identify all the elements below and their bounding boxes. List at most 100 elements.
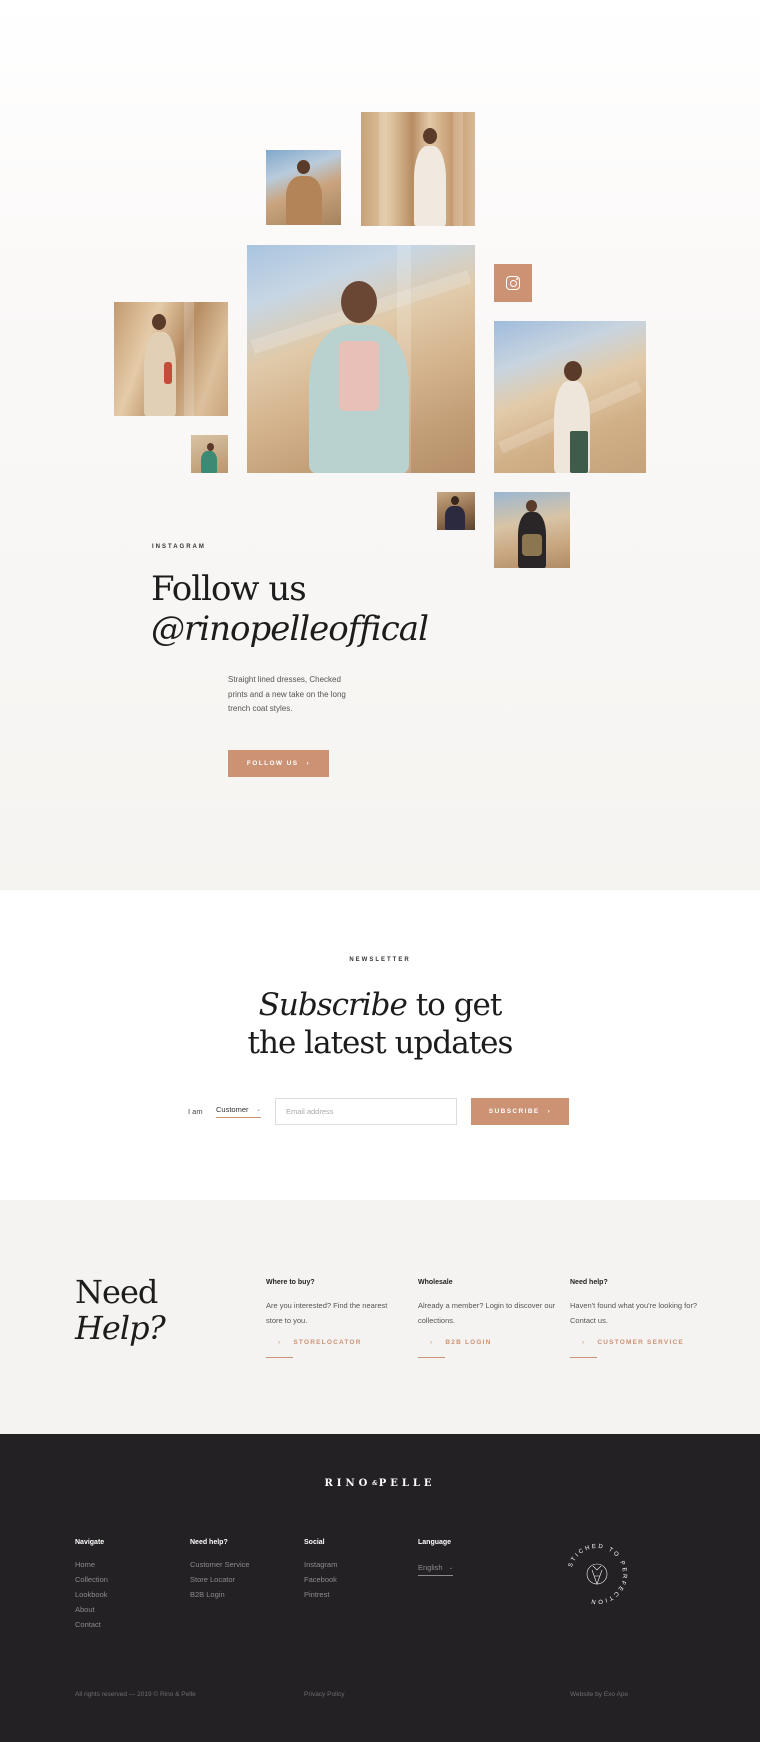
instagram-photo[interactable]: [494, 321, 646, 473]
instagram-glyph: [506, 276, 520, 290]
newsletter-title-rest: to get: [406, 987, 503, 1023]
follow-description: Straight lined dresses, Checked prints a…: [228, 675, 346, 713]
need-help-title: Need Help?: [75, 1273, 166, 1347]
privacy-policy-link[interactable]: Privacy Policy: [304, 1691, 344, 1698]
instagram-photo[interactable]: [437, 492, 475, 530]
model-skirt: [522, 534, 542, 556]
chevron-right-icon: ›: [278, 1339, 282, 1346]
brand-logo-right: PELLE: [378, 1478, 436, 1489]
section-eyebrow: INSTAGRAM: [152, 544, 206, 550]
model-body: [445, 506, 465, 530]
follow-us-label: FOLLOW US: [246, 760, 299, 767]
badge-text: STICHED TO PERFECTION: [568, 1544, 627, 1604]
language-select[interactable]: English ⌄: [418, 1563, 454, 1576]
instagram-icon[interactable]: [494, 264, 532, 302]
brand-logo[interactable]: RINO&PELLE: [0, 1478, 760, 1489]
language-value: English: [418, 1563, 443, 1572]
storelocator-link[interactable]: › STORELOCATOR: [266, 1339, 362, 1346]
footer-nav-social: Social Instagram Facebook Pintrest: [304, 1539, 337, 1602]
footer-language: Language English ⌄: [418, 1539, 454, 1576]
instagram-photo[interactable]: [266, 150, 341, 225]
footer-column-heading: Need help?: [190, 1539, 228, 1546]
instagram-photo[interactable]: [361, 112, 475, 226]
instagram-photo[interactable]: [494, 492, 570, 568]
need-help-title-line1: Need: [75, 1273, 158, 1311]
footer-link-collection[interactable]: Collection: [75, 1572, 108, 1587]
b2b-login-link-label: B2B LOGIN: [445, 1339, 492, 1346]
instagram-photo[interactable]: [191, 435, 228, 473]
model-sweater: [339, 341, 379, 411]
footer-link-instagram[interactable]: Instagram: [304, 1557, 337, 1572]
chevron-right-icon: ›: [547, 1108, 552, 1115]
model-head: [207, 443, 214, 451]
follow-us-button[interactable]: FOLLOW US ›: [228, 750, 329, 777]
instagram-photo[interactable]: [114, 302, 228, 416]
agency-credit-link[interactable]: Website by Exo Ape: [570, 1691, 628, 1698]
model-head: [451, 496, 459, 505]
footer-column-heading: Language: [418, 1539, 452, 1546]
model-head: [341, 281, 377, 323]
chevron-right-icon: ›: [582, 1339, 586, 1346]
footer-nav-navigate: Navigate Home Collection Lookbook About …: [75, 1539, 108, 1632]
instagram-section: INSTAGRAM Follow us @rinopelleoffical St…: [0, 0, 760, 890]
model-head: [526, 500, 537, 512]
footer-link-store-locator[interactable]: Store Locator: [190, 1572, 250, 1587]
link-underline: [570, 1357, 597, 1358]
customer-type-value: Customer: [216, 1105, 249, 1114]
instagram-photo-featured[interactable]: [247, 245, 475, 473]
need-help-section: Need Help? Where to buy? Are you interes…: [0, 1200, 760, 1434]
customer-type-select[interactable]: Customer ⌄: [216, 1105, 261, 1118]
model-head: [564, 361, 582, 381]
link-underline: [418, 1357, 445, 1358]
help-column-text: Haven't found what you're looking for? C…: [570, 1301, 698, 1325]
footer-link-lookbook[interactable]: Lookbook: [75, 1587, 108, 1602]
model-glove: [164, 362, 172, 384]
footer-column-heading: Social: [304, 1539, 325, 1546]
link-underline: [266, 1357, 293, 1358]
help-column-wholesale: Wholesale Already a member? Login to dis…: [418, 1279, 558, 1358]
subscribe-label: SUBSCRIBE: [488, 1108, 540, 1115]
footer-link-facebook[interactable]: Facebook: [304, 1572, 337, 1587]
subscribe-button[interactable]: SUBSCRIBE ›: [471, 1098, 569, 1125]
brand-logo-left: RINO: [324, 1478, 372, 1489]
newsletter-section: NEWSLETTER Subscribe to get the latest u…: [0, 890, 760, 1200]
footer-nav-need-help: Need help? Customer Service Store Locato…: [190, 1539, 250, 1602]
model-pants: [570, 431, 588, 473]
b2b-login-link[interactable]: › B2B LOGIN: [418, 1339, 492, 1346]
help-column-need-help: Need help? Haven't found what you're loo…: [570, 1279, 710, 1358]
footer-column-heading: Navigate: [75, 1539, 105, 1546]
brand-logo-amp: &: [372, 1480, 378, 1487]
follow-title: Follow us @rinopelleoffical: [151, 569, 429, 649]
stitched-badge-icon: STICHED TO PERFECTION: [568, 1544, 627, 1604]
model-head: [152, 314, 166, 330]
email-input[interactable]: [275, 1098, 457, 1125]
chevron-down-icon: ⌄: [448, 1564, 454, 1571]
need-help-title-line2: Help?: [75, 1309, 166, 1347]
customer-service-link[interactable]: › CUSTOMER SERVICE: [570, 1339, 684, 1346]
architecture-beam: [453, 112, 463, 226]
follow-title-line1: Follow us: [151, 569, 307, 609]
newsletter-title-italic: Subscribe: [258, 987, 408, 1023]
storelocator-link-label: STORELOCATOR: [293, 1339, 362, 1346]
architecture-beam: [379, 112, 387, 226]
footer-link-home[interactable]: Home: [75, 1557, 108, 1572]
chevron-right-icon: ›: [430, 1339, 434, 1346]
footer-link-about[interactable]: About: [75, 1602, 108, 1617]
footer-link-contact[interactable]: Contact: [75, 1617, 108, 1632]
help-column-text: Are you interested? Find the nearest sto…: [266, 1301, 388, 1325]
site-footer: RINO&PELLE Navigate Home Collection Look…: [0, 1434, 760, 1742]
newsletter-title-line2: the latest updates: [247, 1025, 514, 1061]
model-body: [286, 176, 322, 225]
footer-link-pintrest[interactable]: Pintrest: [304, 1587, 337, 1602]
footer-link-customer-service[interactable]: Customer Service: [190, 1557, 250, 1572]
instagram-handle: @rinopelleoffical: [151, 609, 429, 649]
copyright-text: All rights reserved — 2019 © Rino & Pell…: [75, 1691, 196, 1698]
help-column-text: Already a member? Login to discover our …: [418, 1301, 556, 1325]
chevron-down-icon: ⌄: [255, 1107, 261, 1113]
customer-service-link-label: CUSTOMER SERVICE: [597, 1339, 684, 1346]
i-am-label: I am: [188, 1107, 203, 1116]
help-column-heading: Wholesale: [418, 1279, 453, 1286]
footer-link-b2b-login[interactable]: B2B Login: [190, 1587, 250, 1602]
help-column-where-to-buy: Where to buy? Are you interested? Find t…: [266, 1279, 406, 1358]
chevron-right-icon: ›: [306, 760, 311, 767]
